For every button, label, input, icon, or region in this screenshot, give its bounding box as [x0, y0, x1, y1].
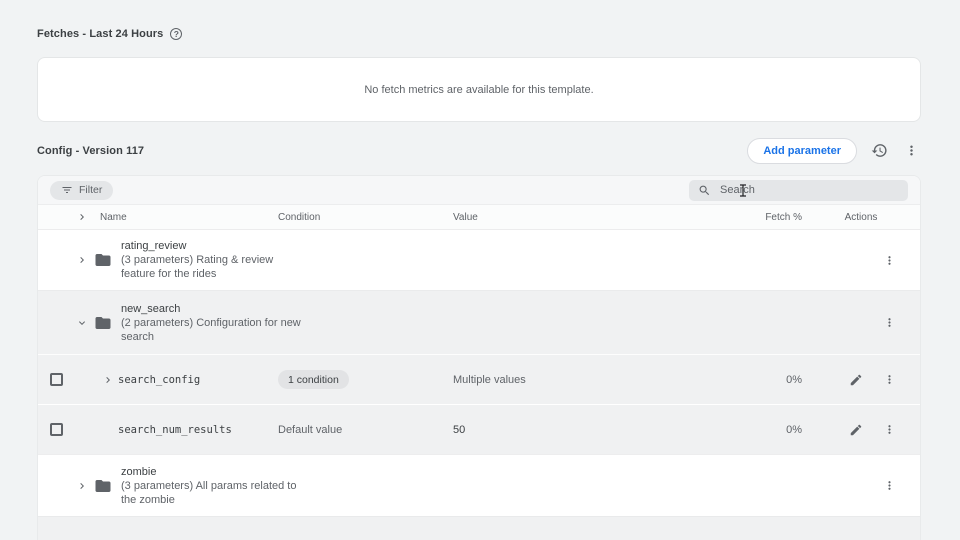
- column-header-fetch: Fetch %: [765, 212, 802, 223]
- group-row-rating-review[interactable]: rating_review (3 parameters) Rating & re…: [38, 230, 920, 290]
- fetch-percent: 0%: [786, 424, 802, 436]
- filter-button[interactable]: Filter: [50, 181, 113, 200]
- group-description: (3 parameters) All params related to the…: [121, 479, 296, 507]
- row-overflow-menu-button[interactable]: [881, 252, 898, 269]
- folder-icon: [94, 251, 112, 269]
- config-version-title: Config - Version 117: [37, 145, 144, 157]
- fetches-title: Fetches - Last 24 Hours: [37, 28, 163, 40]
- group-row-new-search[interactable]: new_search (2 parameters) Configuration …: [38, 290, 920, 354]
- search-icon: [698, 184, 711, 197]
- column-header-name: Name: [100, 212, 278, 223]
- more-vert-icon: [904, 143, 919, 158]
- parameter-name: search_config: [118, 374, 278, 386]
- folder-icon: [94, 314, 112, 332]
- fetches-section-header: Fetches - Last 24 Hours ?: [37, 28, 182, 40]
- group-name: zombie: [121, 465, 296, 479]
- parameter-name: search_num_results: [118, 424, 278, 436]
- group-row-zombie[interactable]: zombie (3 parameters) All params related…: [38, 454, 920, 516]
- parameter-row-search-num-results[interactable]: search_num_results Default value 50 0%: [38, 404, 920, 454]
- text-cursor-icon: [739, 184, 747, 197]
- row-overflow-menu-button[interactable]: [881, 371, 898, 388]
- version-history-button[interactable]: [869, 140, 890, 161]
- filter-icon: [61, 184, 73, 196]
- edit-button[interactable]: [847, 371, 865, 389]
- condition-text: Default value: [278, 424, 453, 436]
- config-overflow-menu-button[interactable]: [902, 141, 921, 160]
- condition-chip[interactable]: 1 condition: [278, 370, 349, 389]
- column-header-value: Value: [453, 212, 702, 223]
- parameters-table: Filter Name Condition Value Fetch % Acti…: [37, 175, 921, 540]
- folder-icon: [94, 477, 112, 495]
- table-header-row: Name Condition Value Fetch % Actions: [38, 205, 920, 230]
- parameter-value: 50: [453, 424, 702, 436]
- row-checkbox[interactable]: [50, 423, 63, 436]
- config-actions: Add parameter: [747, 138, 921, 164]
- row-checkbox[interactable]: [50, 373, 63, 386]
- row-overflow-menu-button[interactable]: [881, 421, 898, 438]
- table-toolbar: Filter: [38, 176, 920, 205]
- parameter-row-search-config[interactable]: search_config 1 condition Multiple value…: [38, 354, 920, 404]
- group-name: new_search: [121, 302, 301, 316]
- expand-all-chevron-icon[interactable]: [76, 211, 88, 223]
- search-box[interactable]: [689, 180, 908, 201]
- history-icon: [871, 142, 888, 159]
- group-row-new-login[interactable]: new_login: [38, 516, 920, 540]
- help-icon[interactable]: ?: [170, 28, 182, 40]
- add-parameter-button[interactable]: Add parameter: [747, 138, 857, 164]
- column-header-condition: Condition: [278, 212, 453, 223]
- chevron-right-icon[interactable]: [76, 254, 88, 266]
- row-overflow-menu-button[interactable]: [881, 477, 898, 494]
- chevron-down-icon[interactable]: [76, 317, 88, 329]
- chevron-right-icon[interactable]: [102, 374, 114, 386]
- row-overflow-menu-button[interactable]: [881, 314, 898, 331]
- chevron-right-icon[interactable]: [76, 480, 88, 492]
- filter-label: Filter: [79, 184, 102, 196]
- fetch-metrics-card: No fetch metrics are available for this …: [37, 57, 921, 122]
- group-description: (2 parameters) Configuration for new sea…: [121, 316, 301, 344]
- group-description: (3 parameters) Rating & review feature f…: [121, 253, 273, 281]
- config-header-bar: Config - Version 117 Add parameter: [37, 136, 921, 165]
- column-header-actions: Actions: [845, 212, 878, 223]
- fetch-percent: 0%: [786, 374, 802, 386]
- edit-button[interactable]: [847, 421, 865, 439]
- empty-metrics-message: No fetch metrics are available for this …: [364, 84, 593, 96]
- group-name: rating_review: [121, 239, 273, 253]
- parameter-value: Multiple values: [453, 374, 702, 386]
